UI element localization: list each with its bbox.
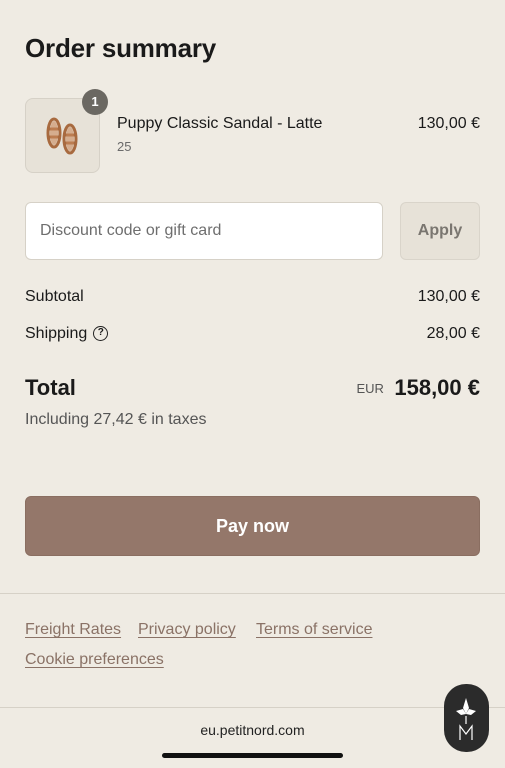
total-amount: 158,00 €	[394, 375, 480, 400]
total-amount-group: EUR 158,00 €	[356, 375, 480, 401]
pay-now-button[interactable]: Pay now	[25, 496, 480, 556]
brand-logo-badge[interactable]	[444, 684, 489, 752]
footer-link-terms-of-service[interactable]: Terms of service	[256, 621, 372, 639]
product-price: 130,00 €	[417, 115, 480, 132]
page-title: Order summary	[25, 33, 217, 63]
subtotal-value: 130,00 €	[417, 288, 480, 305]
help-circle-icon[interactable]: ?	[93, 326, 109, 342]
home-indicator	[162, 753, 343, 758]
discount-code-input[interactable]	[25, 202, 383, 260]
quantity-badge: 1	[82, 89, 108, 115]
tax-note: Including 27,42 € in taxes	[25, 411, 207, 428]
footer-divider	[0, 593, 505, 594]
shipping-value: 28,00 €	[426, 325, 480, 342]
browser-url[interactable]: eu.petitnord.com	[0, 722, 505, 738]
total-currency: EUR	[356, 380, 384, 396]
footer-link-privacy-policy[interactable]: Privacy policy	[138, 621, 236, 639]
brand-logo-icon	[456, 698, 476, 740]
browser-bar-divider	[0, 707, 505, 708]
product-name: Puppy Classic Sandal - Latte	[117, 115, 323, 132]
footer-link-cookie-preferences[interactable]: Cookie preferences	[25, 651, 164, 669]
shipping-label: Shipping	[25, 325, 88, 342]
subtotal-label: Subtotal	[25, 288, 84, 305]
shipping-row: Shipping?	[25, 325, 109, 343]
footer-link-freight-rates[interactable]: Freight Rates	[25, 621, 121, 639]
apply-discount-button[interactable]: Apply	[400, 202, 480, 260]
total-label: Total	[25, 375, 76, 400]
product-variant: 25	[117, 139, 132, 154]
